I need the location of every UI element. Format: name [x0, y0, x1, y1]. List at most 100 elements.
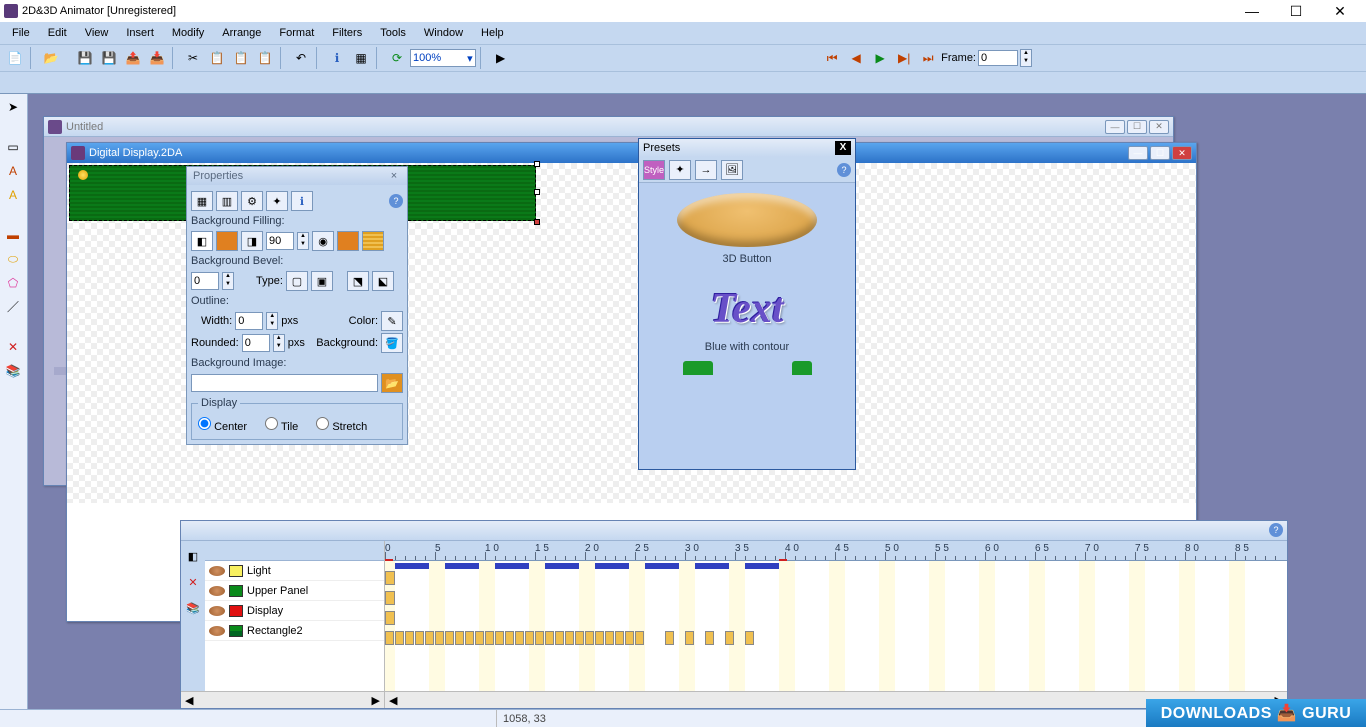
- light-object[interactable]: [78, 170, 88, 180]
- bevel-opt2-button[interactable]: ⬕: [372, 271, 394, 291]
- doc-maximize-button[interactable]: ☐: [1150, 146, 1170, 160]
- grid-button[interactable]: ▦: [350, 47, 372, 69]
- timeline-ruler[interactable]: 051 01 52 02 53 03 54 04 55 05 56 06 57 …: [385, 541, 1287, 561]
- fill-angle-input[interactable]: 90: [266, 232, 294, 250]
- cut-button[interactable]: ✂: [182, 47, 204, 69]
- bevel-spinner[interactable]: ▲▼: [222, 272, 234, 290]
- doc-minimize-button[interactable]: —: [1128, 146, 1148, 160]
- keyframe[interactable]: [415, 631, 424, 645]
- eye-icon[interactable]: [209, 606, 225, 616]
- fill-c2-button[interactable]: [337, 231, 359, 251]
- rounded-input[interactable]: 0: [242, 334, 270, 352]
- keyframe[interactable]: [725, 631, 734, 645]
- keyframe[interactable]: [505, 631, 514, 645]
- preset-item-3d-button[interactable]: 3D Button: [643, 193, 851, 265]
- keyframe[interactable]: [685, 631, 694, 645]
- help-icon[interactable]: ?: [389, 194, 403, 208]
- display-stretch-radio[interactable]: Stretch: [316, 417, 367, 433]
- keyframe[interactable]: [385, 631, 394, 645]
- open-button[interactable]: 📂: [40, 47, 62, 69]
- keyframe[interactable]: [555, 631, 564, 645]
- outline-color-button[interactable]: ✎: [381, 311, 403, 331]
- preset-motion-button[interactable]: →: [695, 160, 717, 180]
- menu-help[interactable]: Help: [473, 25, 512, 41]
- save-all-button[interactable]: 💾: [98, 47, 120, 69]
- preset-item-blue-contour[interactable]: Text Blue with contour: [643, 285, 851, 353]
- tl-delete-button[interactable]: ✕: [182, 571, 204, 593]
- layers-tool[interactable]: 📚: [2, 360, 24, 382]
- timeline-help-icon[interactable]: ?: [1269, 523, 1283, 537]
- fill-angle-spinner[interactable]: ▲▼: [297, 232, 309, 250]
- child-close-button[interactable]: ✕: [1149, 120, 1169, 134]
- marquee-tool[interactable]: ▭: [2, 136, 24, 158]
- keyframe[interactable]: [385, 571, 395, 585]
- keyframe[interactable]: [615, 631, 624, 645]
- eye-icon[interactable]: [209, 626, 225, 636]
- child-minimize-button[interactable]: —: [1105, 120, 1125, 134]
- properties-panel[interactable]: Properties × ▦ ▥ ⚙ ✦ ℹ ? Background Fill…: [186, 166, 408, 445]
- keyframe[interactable]: [385, 611, 395, 625]
- display-tile-radio[interactable]: Tile: [265, 417, 298, 433]
- refresh-button[interactable]: ⟳: [386, 47, 408, 69]
- bevel-type1-button[interactable]: ▢: [286, 271, 308, 291]
- preset-style-button[interactable]: Style: [643, 160, 665, 180]
- ellipse-tool[interactable]: ⬭: [2, 248, 24, 270]
- prop-sprite-button[interactable]: ▦: [191, 191, 213, 211]
- fill-color-button[interactable]: [216, 231, 238, 251]
- bevel-input[interactable]: 0: [191, 272, 219, 290]
- keyframe[interactable]: [435, 631, 444, 645]
- menu-edit[interactable]: Edit: [40, 25, 75, 41]
- keyframe[interactable]: [475, 631, 484, 645]
- keyframe[interactable]: [625, 631, 634, 645]
- prop-frame-button[interactable]: ▥: [216, 191, 238, 211]
- keyframe[interactable]: [595, 631, 604, 645]
- close-button[interactable]: ✕: [1318, 0, 1362, 22]
- frame-input[interactable]: [978, 50, 1018, 66]
- eye-icon[interactable]: [209, 586, 225, 596]
- properties-close-button[interactable]: ×: [387, 170, 401, 182]
- fill-gradient-button[interactable]: ◨: [241, 231, 263, 251]
- menu-view[interactable]: View: [77, 25, 117, 41]
- doc-close-button[interactable]: ✕: [1172, 146, 1192, 160]
- prev-frame-button[interactable]: ◀: [845, 47, 867, 69]
- display-center-radio[interactable]: Center: [198, 417, 247, 433]
- keyframe[interactable]: [485, 631, 494, 645]
- layer-row-2[interactable]: Display: [205, 601, 384, 621]
- outline-width-spinner[interactable]: ▲▼: [266, 312, 278, 330]
- maximize-button[interactable]: ☐: [1274, 0, 1318, 22]
- pointer-tool[interactable]: ➤: [2, 96, 24, 118]
- keyframe[interactable]: [635, 631, 644, 645]
- menu-window[interactable]: Window: [416, 25, 471, 41]
- menu-filters[interactable]: Filters: [324, 25, 370, 41]
- rectangle-tool[interactable]: ▬: [2, 224, 24, 246]
- fill-pattern-button[interactable]: [362, 231, 384, 251]
- last-frame-button[interactable]: ⏭: [917, 47, 939, 69]
- 3d-text-tool[interactable]: A: [2, 184, 24, 206]
- presets-help-icon[interactable]: ?: [837, 163, 851, 177]
- polygon-tool[interactable]: ⬠: [2, 272, 24, 294]
- play-button[interactable]: ▶: [869, 47, 891, 69]
- layer-row-3[interactable]: Rectangle2: [205, 621, 384, 641]
- text-tool[interactable]: A: [2, 160, 24, 182]
- tl-dup-button[interactable]: 📚: [182, 597, 204, 619]
- rounded-spinner[interactable]: ▲▼: [273, 334, 285, 352]
- zoom-select[interactable]: 100%▾: [410, 49, 476, 67]
- bg-image-browse-button[interactable]: 📂: [381, 373, 403, 393]
- keyframe[interactable]: [535, 631, 544, 645]
- keyframe[interactable]: [395, 631, 404, 645]
- bg-image-input[interactable]: [191, 374, 378, 392]
- minimize-button[interactable]: —: [1230, 0, 1274, 22]
- new-button[interactable]: 📄: [4, 47, 26, 69]
- eye-icon[interactable]: [209, 566, 225, 576]
- menu-insert[interactable]: Insert: [118, 25, 162, 41]
- keyframe[interactable]: [465, 631, 474, 645]
- import-button[interactable]: 📥: [146, 47, 168, 69]
- undo-button[interactable]: ↶: [290, 47, 312, 69]
- keyframe[interactable]: [585, 631, 594, 645]
- menu-arrange[interactable]: Arrange: [214, 25, 269, 41]
- save-button[interactable]: 💾: [74, 47, 96, 69]
- keyframe[interactable]: [515, 631, 524, 645]
- preset-effect-button[interactable]: ✦: [669, 160, 691, 180]
- paste-special-button[interactable]: 📋: [254, 47, 276, 69]
- timeline-ruler-area[interactable]: 051 01 52 02 53 03 54 04 55 05 56 06 57 …: [385, 541, 1287, 691]
